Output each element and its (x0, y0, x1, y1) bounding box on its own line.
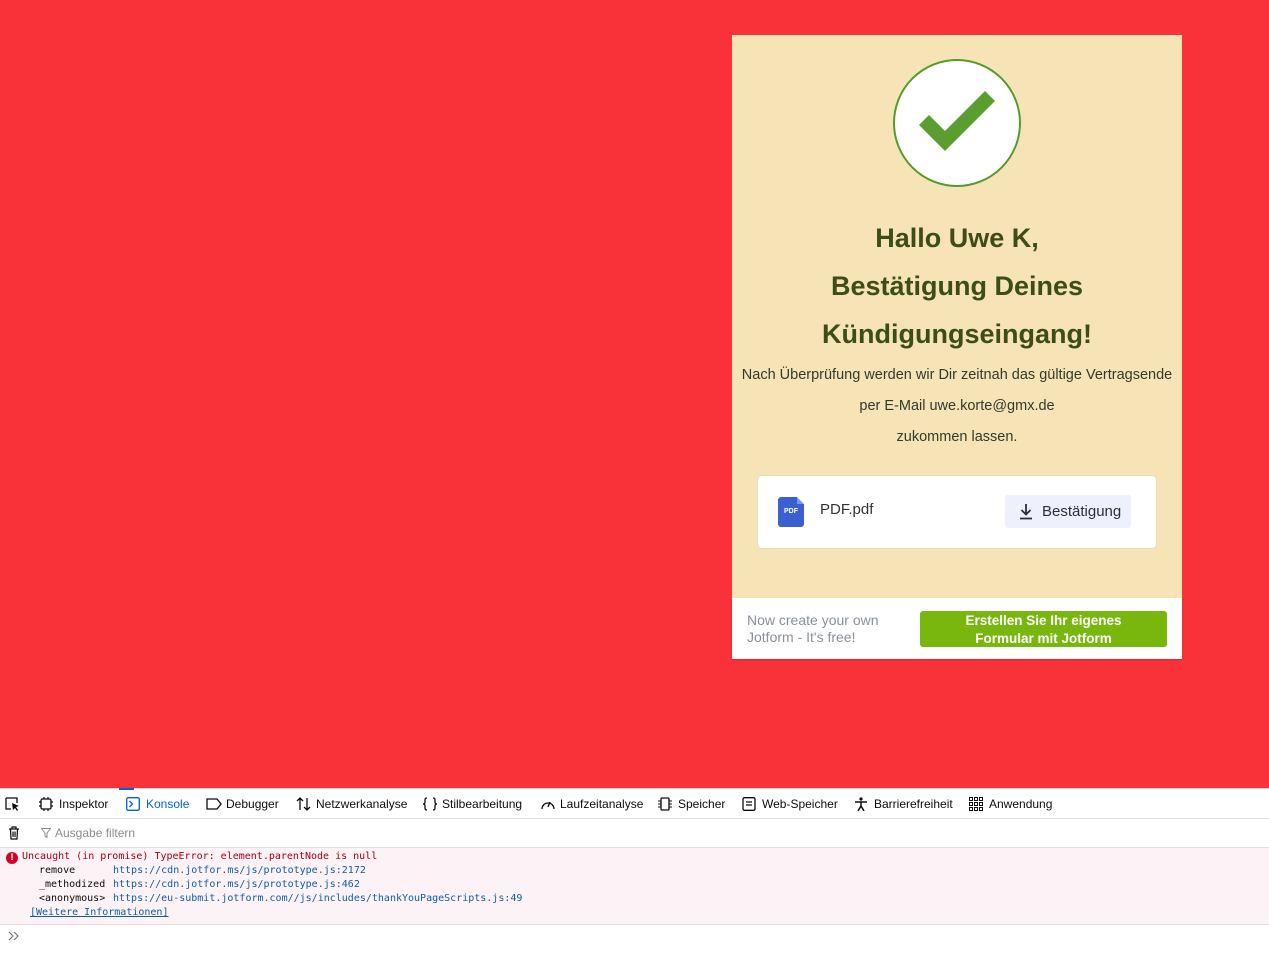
pdf-attachment: PDF PDF.pdf Bestätigung (757, 475, 1157, 549)
page-viewport: Hallo Uwe K, Bestätigung Deines Kündigun… (0, 0, 1269, 788)
devtools-toolbar: Inspektor Konsole Debugger Netzwerkanaly… (0, 788, 1269, 819)
application-grid-icon (969, 797, 983, 811)
console-filter-input[interactable]: Ausgabe filtern (55, 826, 135, 840)
tab-web-speicher-label: Web-Speicher (762, 797, 838, 811)
heading-cancellation: Kündigungseingang! (822, 319, 1092, 349)
filter-funnel-icon (41, 828, 51, 838)
more-info-link[interactable]: [Weitere Informationen] (30, 907, 168, 918)
stack-frame-link[interactable]: https://cdn.jotfor.ms/js/prototype.js:21… (113, 865, 366, 876)
clear-console-trash-icon[interactable] (8, 826, 20, 840)
error-icon: ! (6, 852, 18, 864)
create-form-label-1: Erstellen Sie Ihr eigenes (965, 613, 1122, 628)
tab-stilbearbeitung-label: Stilbearbeitung (442, 797, 523, 811)
storage-icon (742, 797, 756, 811)
stack-frame-link[interactable]: https://cdn.jotfor.ms/js/prototype.js:46… (113, 879, 360, 890)
console-filter-bar: Ausgabe filtern (0, 819, 1269, 848)
create-form-button[interactable]: Erstellen Sie Ihr eigenes Formular mit J… (920, 611, 1167, 647)
tab-laufzeitanalyse-label: Laufzeitanalyse (560, 797, 644, 811)
body-text-line-1: Nach Überprüfung werden wir Dir zeitnah … (741, 367, 1173, 383)
success-check-icon (893, 59, 1021, 187)
performance-icon (541, 801, 555, 810)
body-text-line-3: zukommen lassen. (896, 429, 1018, 445)
tab-inspektor-label: Inspektor (59, 797, 109, 811)
stack-frame-function: _methodized (39, 879, 106, 890)
pdf-file-name: PDF.pdf (820, 501, 874, 518)
tab-netzwerkanalyse-label: Netzwerkanalyse (316, 797, 408, 811)
error-text: Uncaught (in promise) TypeError: element… (22, 851, 378, 862)
console-error-message: ! Uncaught (in promise) TypeError: eleme… (0, 848, 1269, 925)
tab-konsole-label: Konsole (146, 797, 190, 811)
element-picker-icon (5, 797, 19, 811)
download-icon (1020, 504, 1032, 520)
jotform-promo-bar: Now create your own Jotform - It's free!… (732, 598, 1182, 659)
stack-frame-link[interactable]: https://eu-submit.jotform.com//js/includ… (113, 893, 522, 904)
promo-text-line-1: Now create your own (747, 612, 879, 628)
promo-text: Now create your own Jotform - It's free! (747, 612, 879, 646)
inspector-icon (39, 797, 53, 811)
download-pdf-button[interactable]: Bestätigung (1005, 495, 1131, 528)
heading-greeting: Hallo Uwe K, (875, 223, 1039, 253)
tab-anwendung-label: Anwendung (989, 797, 1053, 811)
debugger-icon (206, 798, 222, 810)
tab-debugger-label: Debugger (226, 797, 279, 811)
style-editor-icon (422, 797, 438, 811)
thank-you-card: Hallo Uwe K, Bestätigung Deines Kündigun… (732, 35, 1182, 598)
accessibility-icon (855, 797, 867, 811)
network-icon (296, 797, 311, 811)
pdf-file-icon: PDF (778, 497, 804, 527)
tab-barrierefreiheit-label: Barrierefreiheit (874, 797, 953, 811)
tab-speicher-label: Speicher (678, 797, 726, 811)
devtools-panel: Inspektor Konsole Debugger Netzwerkanaly… (0, 788, 1269, 964)
promo-text-line-2: Jotform - It's free! (747, 629, 856, 645)
stack-frame-function: <anonymous> (39, 893, 106, 904)
memory-icon (658, 797, 672, 811)
body-text-line-2: per E-Mail uwe.korte@gmx.de (859, 398, 1055, 414)
heading-confirmation: Bestätigung Deines (830, 271, 1084, 301)
download-pdf-label: Bestätigung (1042, 503, 1122, 520)
console-prompt-chevron-icon[interactable] (8, 930, 20, 942)
create-form-label-2: Formular mit Jotform (975, 631, 1112, 646)
console-icon (126, 797, 140, 811)
stack-frame-function: remove (39, 865, 76, 876)
